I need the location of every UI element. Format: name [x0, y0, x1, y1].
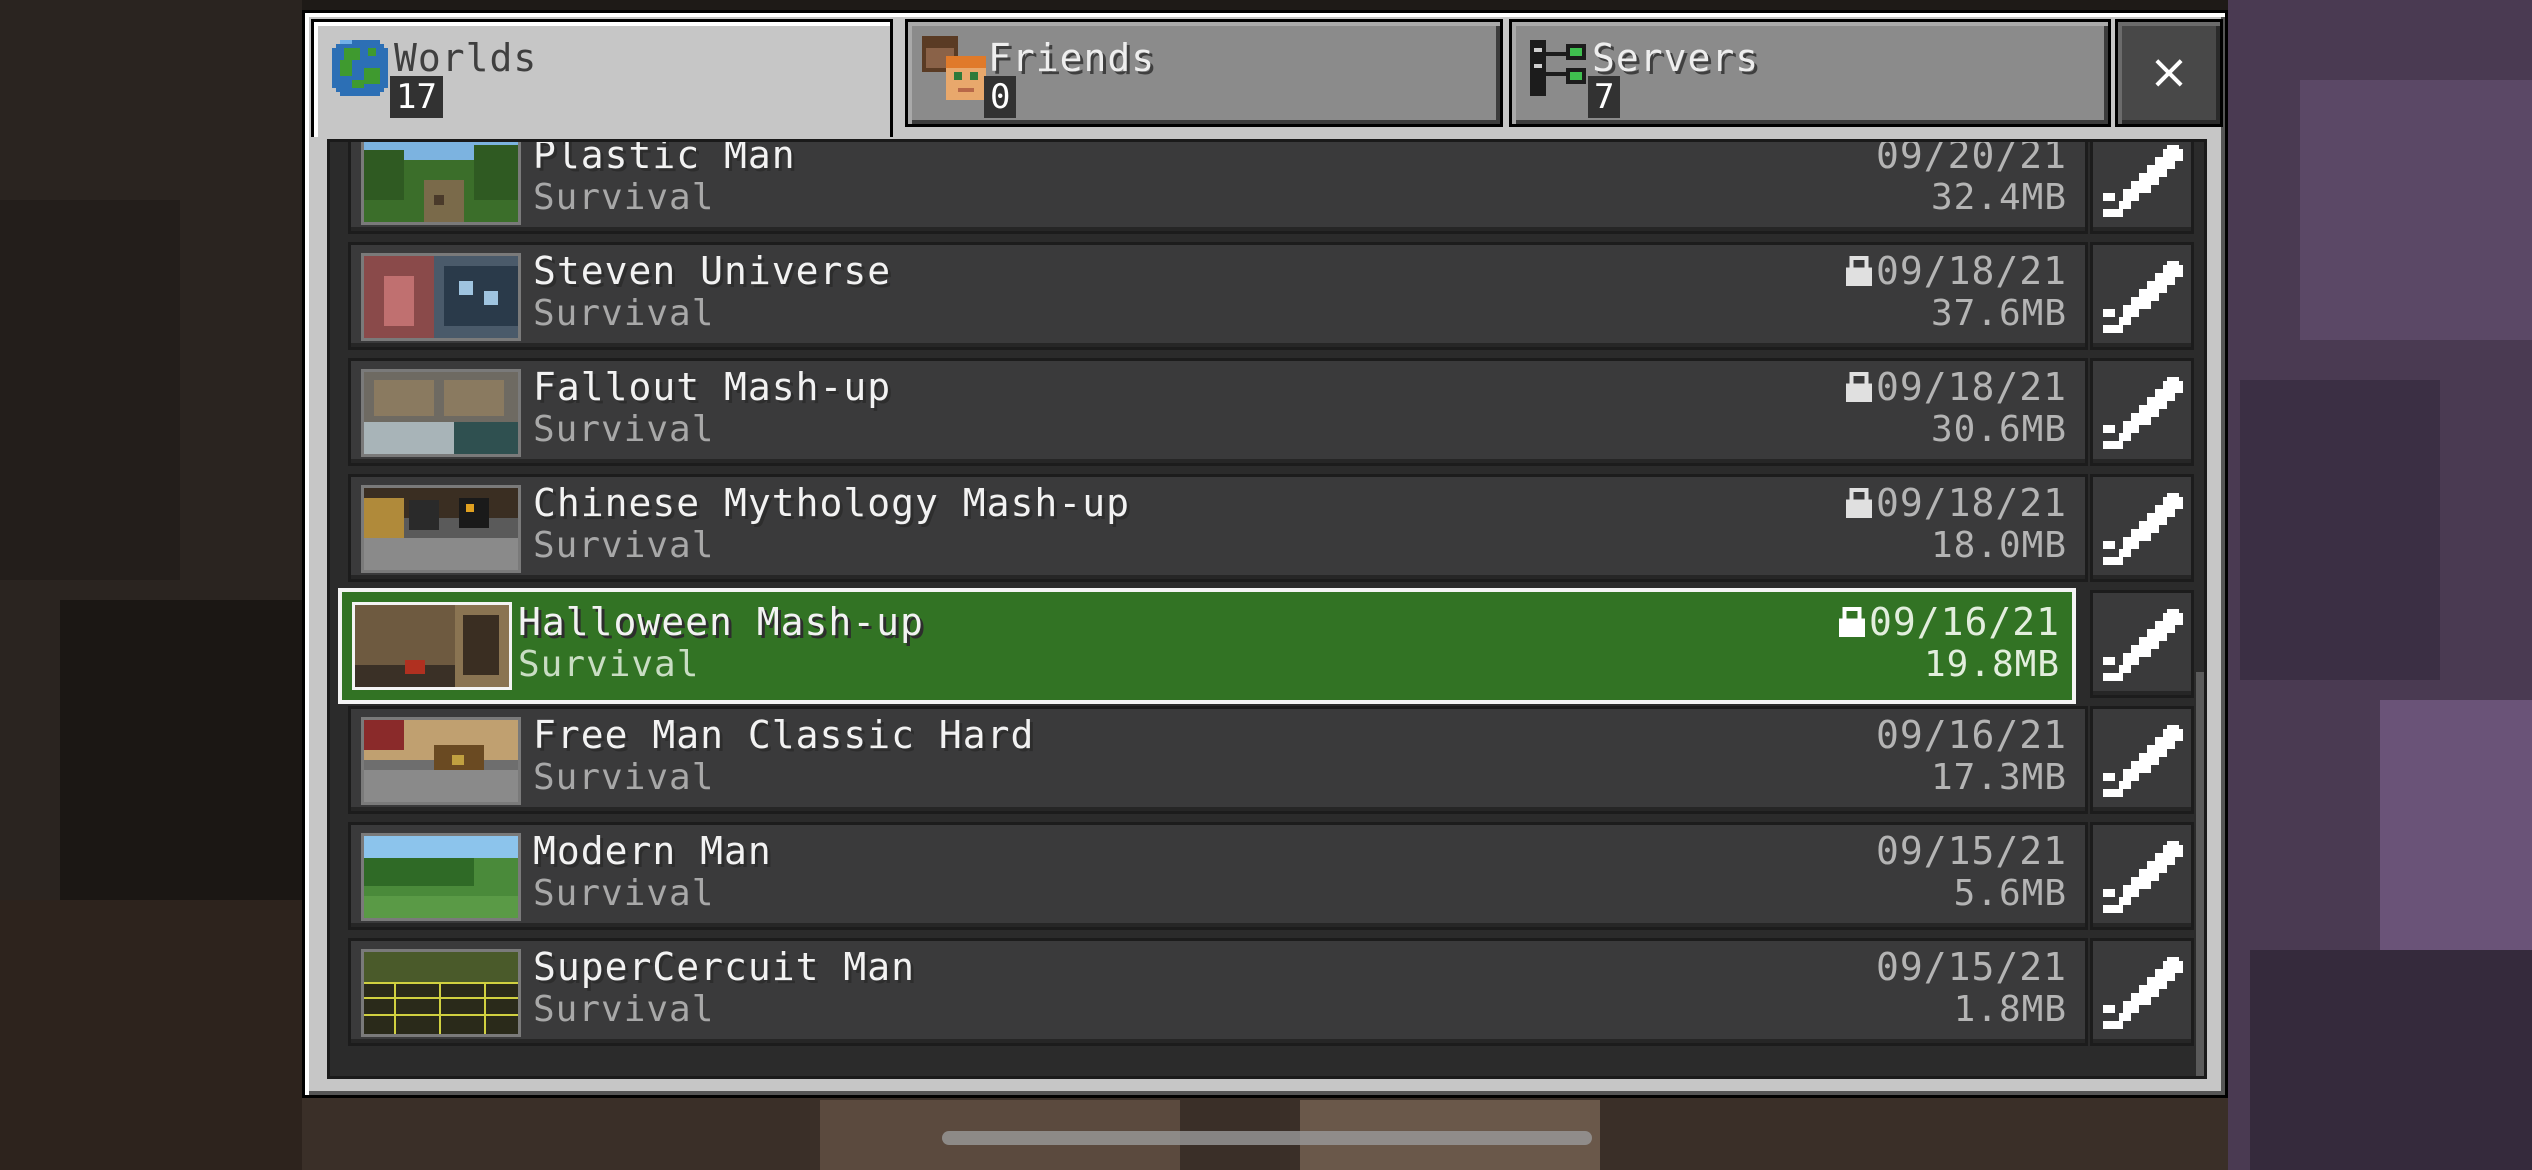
- world-thumbnail: [361, 253, 521, 341]
- world-name: SuperCercuit Man: [533, 945, 916, 989]
- world-row-halloween-mash-up[interactable]: Halloween Mash-up Survival 09/16/21 19.8…: [338, 588, 2076, 704]
- globe-icon: [332, 40, 388, 96]
- friends-icon: [922, 36, 986, 100]
- tab-servers-count: 7: [1588, 76, 1621, 118]
- world-size: 30.6MB: [1930, 409, 2067, 450]
- world-date: 09/18/21: [1845, 481, 2067, 525]
- close-icon: ×: [2148, 44, 2190, 100]
- world-mode: Survival: [533, 177, 715, 218]
- world-list[interactable]: Plastic Man Survival 09/20/21 32.4MB Ste…: [327, 139, 2207, 1079]
- world-date: 09/18/21: [1845, 249, 2067, 293]
- pencil-icon: [2103, 725, 2183, 797]
- lock-icon: [1845, 256, 1872, 286]
- pencil-icon: [2103, 841, 2183, 913]
- edit-world-button[interactable]: [2090, 822, 2194, 930]
- tab-worlds-label: Worlds: [394, 36, 538, 80]
- world-date: 09/20/21: [1875, 139, 2067, 177]
- lock-icon: [1845, 488, 1872, 518]
- world-size: 37.6MB: [1930, 293, 2067, 334]
- world-name: Chinese Mythology Mash-up: [533, 481, 1130, 525]
- world-row-chinese-mythology-mash-up[interactable]: Chinese Mythology Mash-up Survival 09/18…: [348, 474, 2088, 582]
- world-row-fallout-mash-up[interactable]: Fallout Mash-up Survival 09/18/21 30.6MB: [348, 358, 2088, 466]
- world-name: Fallout Mash-up: [533, 365, 892, 409]
- world-name: Modern Man: [533, 829, 772, 873]
- world-date: 09/18/21: [1845, 365, 2067, 409]
- world-mode: Survival: [533, 525, 715, 566]
- play-dialog: Worlds 17 Friends 0 Servers 7 × Plastic …: [302, 10, 2228, 1098]
- world-size: 32.4MB: [1930, 177, 2067, 218]
- world-mode: Survival: [533, 293, 715, 334]
- world-size: 5.6MB: [1953, 873, 2067, 914]
- lock-icon: [1845, 372, 1872, 402]
- servers-icon: [1530, 40, 1586, 96]
- world-row-modern-man[interactable]: Modern Man Survival 09/15/21 5.6MB: [348, 822, 2088, 930]
- world-size: 17.3MB: [1930, 757, 2067, 798]
- world-thumbnail: [361, 369, 521, 457]
- world-row-steven-universe[interactable]: Steven Universe Survival 09/18/21 37.6MB: [348, 242, 2088, 350]
- world-thumbnail: [361, 949, 521, 1037]
- world-row-free-man-classic-hard[interactable]: Free Man Classic Hard Survival 09/16/21 …: [348, 706, 2088, 814]
- world-thumbnail: [352, 602, 512, 690]
- world-thumbnail: [361, 717, 521, 805]
- world-size: 19.8MB: [1923, 644, 2060, 685]
- tab-worlds[interactable]: Worlds 17: [311, 19, 893, 137]
- pencil-icon: [2103, 261, 2183, 333]
- pencil-icon: [2103, 145, 2183, 217]
- scrollbar-thumb[interactable]: [2196, 672, 2204, 1076]
- edit-world-button[interactable]: [2090, 706, 2194, 814]
- world-mode: Survival: [533, 989, 715, 1030]
- edit-world-button[interactable]: [2090, 474, 2194, 582]
- close-button[interactable]: ×: [2115, 19, 2223, 127]
- edit-world-button[interactable]: [2090, 590, 2194, 698]
- pencil-icon: [2103, 609, 2183, 681]
- world-thumbnail: [361, 142, 521, 225]
- world-date: 09/16/21: [1838, 600, 2060, 644]
- world-size: 18.0MB: [1930, 525, 2067, 566]
- world-mode: Survival: [533, 409, 715, 450]
- world-name: Halloween Mash-up: [518, 600, 924, 644]
- pencil-icon: [2103, 957, 2183, 1029]
- pencil-icon: [2103, 377, 2183, 449]
- tab-servers-label: Servers: [1592, 36, 1760, 80]
- world-row-supercercuit-man[interactable]: SuperCercuit Man Survival 09/15/21 1.8MB: [348, 938, 2088, 1046]
- home-indicator[interactable]: [942, 1131, 1592, 1145]
- tab-friends-label: Friends: [988, 36, 1156, 80]
- world-thumbnail: [361, 485, 521, 573]
- world-row-plastic-man[interactable]: Plastic Man Survival 09/20/21 32.4MB: [348, 139, 2088, 234]
- world-mode: Survival: [533, 757, 715, 798]
- world-name: Plastic Man: [533, 139, 796, 177]
- tab-worlds-count: 17: [390, 76, 443, 118]
- edit-world-button[interactable]: [2090, 358, 2194, 466]
- world-mode: Survival: [518, 644, 700, 685]
- world-date: 09/15/21: [1875, 945, 2067, 989]
- world-date: 09/16/21: [1875, 713, 2067, 757]
- lock-icon: [1838, 607, 1865, 637]
- tab-friends-count: 0: [984, 76, 1017, 118]
- pencil-icon: [2103, 493, 2183, 565]
- world-thumbnail: [361, 833, 521, 921]
- tab-servers[interactable]: Servers 7: [1509, 19, 2111, 127]
- world-mode: Survival: [533, 873, 715, 914]
- edit-world-button[interactable]: [2090, 142, 2194, 234]
- world-name: Steven Universe: [533, 249, 892, 293]
- world-size: 1.8MB: [1953, 989, 2067, 1030]
- world-date: 09/15/21: [1875, 829, 2067, 873]
- edit-world-button[interactable]: [2090, 938, 2194, 1046]
- tab-friends[interactable]: Friends 0: [905, 19, 1503, 127]
- edit-world-button[interactable]: [2090, 242, 2194, 350]
- world-name: Free Man Classic Hard: [533, 713, 1035, 757]
